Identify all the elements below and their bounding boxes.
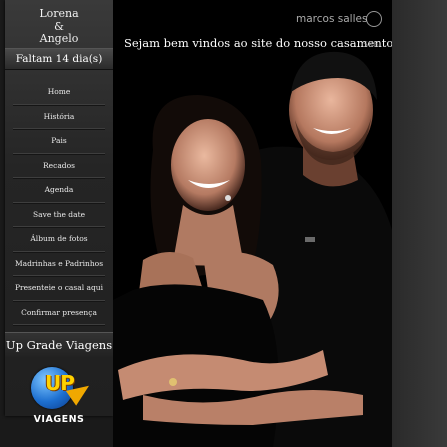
couple-silhouette-image [113, 51, 392, 447]
nav-madrinhas-e-padrinhos[interactable]: Madrinhas e Padrinhos [13, 252, 105, 276]
nav-home[interactable]: Home [13, 80, 105, 105]
couple-name-1: Lorena [39, 7, 79, 20]
couple-photo: Sejam bem vindos ao site do nosso casame… [113, 0, 392, 447]
nav-save-the-date[interactable]: Save the date [13, 203, 105, 227]
promo-title[interactable]: Up Grade Viagens [5, 332, 113, 357]
watermark-subtext: SKB [363, 40, 379, 49]
right-background-panel [392, 0, 447, 447]
watermark-logo-icon [366, 11, 382, 27]
nav-historia[interactable]: História [13, 105, 105, 129]
nav-agenda[interactable]: Agenda [13, 178, 105, 203]
nav-recados[interactable]: Recados [13, 154, 105, 178]
couple-names: Lorena & Angelo [5, 0, 113, 44]
logo-viagens-text: VIAGENS [33, 414, 85, 425]
nav-confirmar-presenca[interactable]: Confirmar presença [13, 301, 105, 325]
nav-presenteie-o-casal[interactable]: Presenteie o casal aqui [13, 276, 105, 301]
nav-pais[interactable]: Pais [13, 129, 105, 154]
main-menu: Home História Pais Recados Agenda Save t… [5, 80, 113, 325]
couple-name-2: Angelo [39, 32, 79, 45]
upgrade-viagens-logo[interactable]: UP VIAGENS [19, 365, 99, 431]
nav-album-de-fotos[interactable]: Álbum de fotos [13, 227, 105, 252]
sidebar: Lorena & Angelo Faltam 14 dia(s) Home Hi… [5, 0, 113, 425]
photographer-watermark: marcos salles [296, 13, 368, 25]
welcome-message: Sejam bem vindos ao site do nosso casame… [124, 36, 392, 50]
countdown-banner: Faltam 14 dia(s) [5, 48, 113, 70]
